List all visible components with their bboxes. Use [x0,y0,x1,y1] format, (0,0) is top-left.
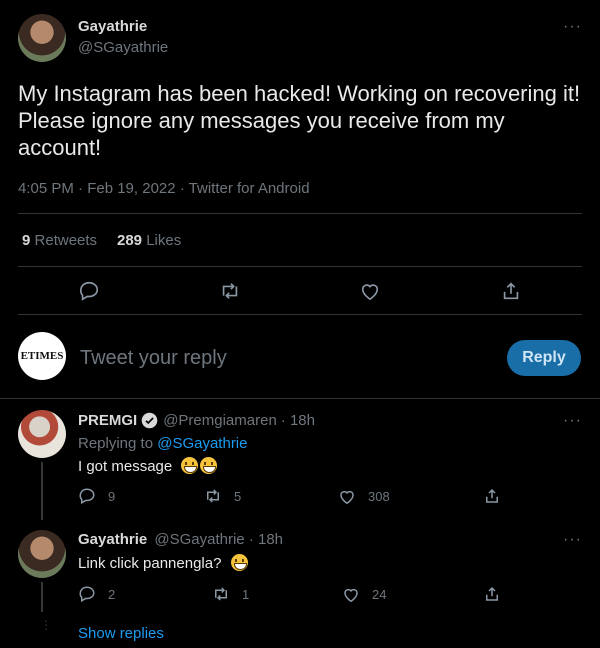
reply-icon [79,488,95,505]
share-action[interactable] [483,487,501,505]
like-count: 308 [368,489,390,504]
grimacing-emoji-icon [181,457,199,474]
like-action[interactable]: 308 [338,488,390,505]
tweet-text: My Instagram has been hacked! Working on… [18,81,581,160]
reply-action[interactable]: 9 [78,487,115,505]
reply-header: Gayathrie @SGayathrie · 18h [78,531,283,548]
reply-author-name[interactable]: PREMGI [78,412,137,429]
author-handle[interactable]: @SGayathrie [78,39,168,56]
reply-header: PREMGI @Premgiamaren · 18h [78,412,315,429]
reply-avatar[interactable] [18,410,66,458]
show-replies-link[interactable]: Show replies [78,625,164,642]
reply-count: 9 [108,488,116,504]
grinning-emoji-icon [230,554,248,571]
thread-line [41,462,43,520]
like-icon [340,490,354,505]
retweet-count: 5 [234,488,242,504]
likes-stat[interactable]: 289 Likes [117,232,181,249]
like-icon [344,588,358,603]
reply-avatar[interactable] [18,530,66,578]
retweets-label: Retweets [34,232,98,249]
verified-badge-icon [141,412,158,429]
reply-time[interactable]: · 18h [249,531,283,548]
reply-author-handle[interactable]: @SGayathrie [154,531,244,548]
composer-avatar: ETIMES [18,332,66,380]
thread-line [41,582,43,612]
author-avatar[interactable] [18,14,66,62]
more-replies-dots-icon: ⋮ [40,618,52,632]
more-options-icon[interactable]: ··· [563,413,582,429]
reply-icon [79,586,95,603]
retweet-icon [207,489,219,503]
reply-icon[interactable] [78,280,100,307]
likes-label: Likes [146,232,182,249]
share-icon [486,586,498,601]
author-name[interactable]: Gayathrie [78,18,147,35]
reply-action[interactable]: 2 [78,585,115,603]
retweets-stat[interactable]: 9 Retweets [22,232,97,249]
more-options-icon[interactable]: ··· [563,19,582,35]
like-count: 24 [372,587,387,602]
retweet-count: 1 [242,586,250,602]
like-icon[interactable] [359,281,381,306]
like-action[interactable]: 24 [342,586,386,603]
share-action[interactable] [483,585,501,603]
reply-text: I got message [78,457,218,475]
tweet-meta: 4:05 PM · Feb 19, 2022 · Twitter for And… [18,180,310,197]
grimacing-emoji-icon [200,457,218,474]
share-icon[interactable] [500,280,522,307]
replying-to-handle[interactable]: @SGayathrie [157,435,247,452]
reply-count: 2 [108,586,116,602]
composer-avatar-logo: ETIMES [20,350,64,362]
retweet-action[interactable]: 1 [212,585,249,603]
retweets-count: 9 [22,232,31,249]
reply-button[interactable]: Reply [507,340,581,376]
reply-time[interactable]: · 18h [281,412,315,429]
reply-input[interactable]: Tweet your reply [80,347,227,370]
retweet-icon[interactable] [219,280,241,307]
more-options-icon[interactable]: ··· [563,532,582,548]
reply-author-name[interactable]: Gayathrie [78,531,147,548]
reply-text-content: I got message [78,458,173,475]
retweet-action[interactable]: 5 [204,487,241,505]
reply-text: Link click pannengla? [78,554,248,572]
likes-count: 289 [117,232,143,249]
replying-to: Replying to @SGayathrie [78,435,247,452]
share-icon [486,488,498,503]
reply-author-handle[interactable]: @Premgiamaren [163,412,277,429]
reply-text-content: Link click pannengla? [78,555,222,572]
retweet-icon [215,587,227,601]
replying-to-label: Replying to [78,435,154,452]
